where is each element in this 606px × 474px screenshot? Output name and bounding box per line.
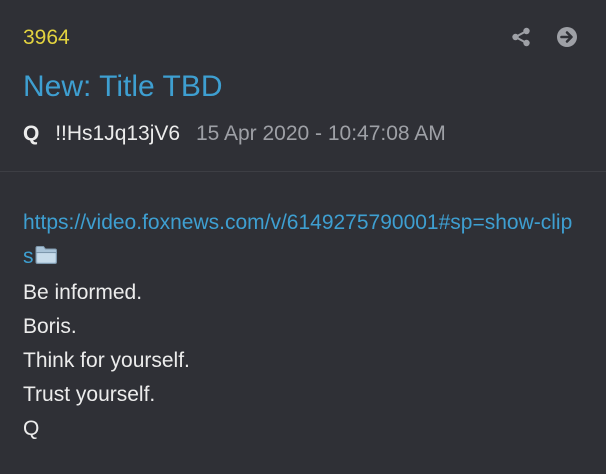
share-icon[interactable] [510, 26, 532, 48]
post-meta: Q !!Hs1Jq13jV6 15 Apr 2020 - 10:47:08 AM [23, 121, 446, 147]
arrow-circle-right-icon[interactable] [556, 26, 578, 48]
tripcode: !!Hs1Jq13jV6 [55, 122, 181, 145]
body-line: Be informed. [23, 281, 143, 304]
post-title[interactable]: New: Title TBD [23, 68, 223, 106]
post-actions [510, 26, 578, 48]
post-card: 3964 New: Title TBD Q !!Hs1Jq13jV6 15 Ap… [0, 0, 606, 474]
post-link[interactable]: https://video.foxnews.com/v/614927579000… [23, 211, 572, 268]
body-line: Boris. [23, 315, 77, 338]
post-number[interactable]: 3964 [23, 26, 70, 50]
post-timestamp: 15 Apr 2020 - 10:47:08 AM [195, 122, 446, 145]
body-line: Think for yourself. [23, 349, 190, 372]
author-name: Q [23, 122, 40, 145]
post-body: https://video.foxnews.com/v/614927579000… [23, 206, 581, 446]
body-line: Trust yourself. [23, 383, 156, 406]
signature: Q [23, 417, 40, 440]
post-header: 3964 New: Title TBD Q !!Hs1Jq13jV6 15 Ap… [0, 0, 606, 172]
post-link-line: https://video.foxnews.com/v/614927579000… [23, 206, 581, 276]
folder-icon[interactable] [35, 242, 59, 276]
